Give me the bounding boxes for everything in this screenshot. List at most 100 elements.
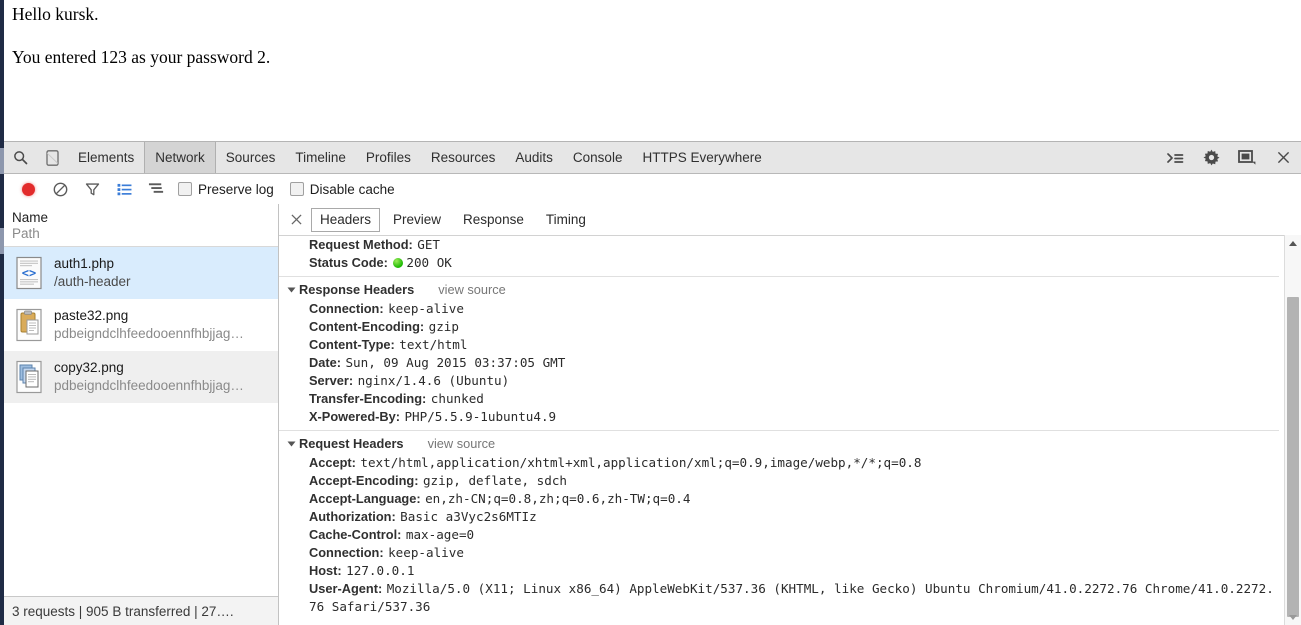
header-value: gzip, deflate, sdch xyxy=(422,473,568,488)
headers-content: Request Method: GET Status Code: 200 OK … xyxy=(279,236,1301,625)
waterfall-button[interactable] xyxy=(140,175,172,203)
dock-position-icon[interactable] xyxy=(1229,142,1265,173)
header-key: User-Agent: xyxy=(309,581,383,596)
detail-scrollbar[interactable] xyxy=(1284,235,1301,625)
header-key: X-Powered-By: xyxy=(309,409,401,424)
scrollbar-track[interactable] xyxy=(1285,251,1301,617)
tab-https-everywhere[interactable]: HTTPS Everywhere xyxy=(632,142,771,173)
detail-close-icon[interactable] xyxy=(285,209,307,231)
header-row: Cache-Control: max-age=0 xyxy=(289,526,1279,544)
tab-profiles[interactable]: Profiles xyxy=(356,142,421,173)
network-toolbar: Preserve log Disable cache xyxy=(4,174,1301,205)
search-icon[interactable] xyxy=(4,143,36,173)
response-headers-list: Connection: keep-alive Content-Encoding:… xyxy=(289,300,1279,426)
header-value: text/html,application/xhtml+xml,applicat… xyxy=(360,455,922,470)
console-drawer-icon[interactable] xyxy=(1157,142,1193,173)
detail-tab-preview[interactable]: Preview xyxy=(384,208,450,232)
request-row-copy32[interactable]: copy32.png pdbeigndclhfeedooennfhbjjag… xyxy=(4,351,278,403)
disable-cache-checkbox[interactable]: Disable cache xyxy=(289,181,395,197)
tab-audits[interactable]: Audits xyxy=(505,142,563,173)
settings-gear-icon[interactable] xyxy=(1193,142,1229,173)
response-headers-title: Response Headers xyxy=(299,282,415,297)
tab-sources[interactable]: Sources xyxy=(216,142,286,173)
header-key: Cache-Control: xyxy=(309,527,402,542)
waterfall-icon xyxy=(148,183,163,193)
disable-cache-label: Disable cache xyxy=(309,181,395,197)
window-left-border xyxy=(0,0,4,625)
scrollbar-thumb[interactable] xyxy=(1287,297,1299,617)
header-key: Date: xyxy=(309,355,341,370)
tab-elements[interactable]: Elements xyxy=(68,142,144,173)
request-name: auth1.php xyxy=(54,255,115,271)
status-ok-icon xyxy=(393,258,404,268)
rendered-page-content: Hello kursk. You entered 123 as your pas… xyxy=(4,0,1301,141)
request-headers-list: Accept: text/html,application/xhtml+xml,… xyxy=(289,454,1279,616)
tab-timeline[interactable]: Timeline xyxy=(285,142,356,173)
header-value: keep-alive xyxy=(388,545,464,560)
view-list-button[interactable] xyxy=(108,175,140,203)
network-body: Name Path <> auth1.php /auth-header past… xyxy=(4,204,1301,625)
header-value: en,zh-CN;q=0.8,zh;q=0.6,zh-TW;q=0.4 xyxy=(425,491,691,506)
funnel-icon xyxy=(85,182,99,195)
header-value: Basic a3Vyc2s6MTIz xyxy=(400,509,537,524)
header-value: GET xyxy=(417,237,440,252)
copy-image-icon xyxy=(14,360,44,394)
scroll-up-arrow-icon[interactable] xyxy=(1285,235,1301,251)
response-view-source-link[interactable]: view source xyxy=(438,280,506,300)
request-view-source-link[interactable]: view source xyxy=(428,434,496,454)
record-dot-icon xyxy=(21,182,35,196)
tab-network[interactable]: Network xyxy=(144,142,216,173)
request-path: pdbeigndclhfeedooennfhbjjag… xyxy=(54,377,244,393)
device-toggle-icon[interactable] xyxy=(36,143,68,173)
network-status-bar: 3 requests | 905 B transferred | 27…. xyxy=(4,596,278,625)
header-key: Authorization: xyxy=(309,509,396,524)
header-key: Accept-Encoding: xyxy=(309,473,419,488)
column-header-path: Path xyxy=(12,226,40,241)
close-icon[interactable] xyxy=(1265,142,1301,173)
clear-button[interactable] xyxy=(44,175,76,203)
scroll-down-arrow-icon[interactable] xyxy=(1285,609,1301,625)
preserve-log-label: Preserve log xyxy=(198,181,274,197)
filter-button[interactable] xyxy=(76,175,108,203)
request-path: /auth-header xyxy=(54,273,131,289)
page-greeting-text: Hello kursk. xyxy=(12,4,99,24)
header-key: Status Code: xyxy=(309,255,388,270)
preserve-log-checkbox[interactable]: Preserve log xyxy=(178,182,274,197)
network-summary-text: 3 requests | 905 B transferred | 27…. xyxy=(12,603,234,619)
header-value: chunked xyxy=(430,391,484,406)
tab-resources[interactable]: Resources xyxy=(421,142,506,173)
detail-tab-bar: Headers Preview Response Timing xyxy=(279,204,1301,236)
detail-tab-headers[interactable]: Headers xyxy=(311,207,381,232)
chevron-down-icon xyxy=(287,287,296,293)
header-row: Date: Sun, 09 Aug 2015 03:37:05 GMT xyxy=(289,354,1279,372)
page-password-text: You entered 123 as your password 2. xyxy=(12,47,271,67)
record-button[interactable] xyxy=(12,175,44,203)
request-text: paste32.png pdbeigndclhfeedooennfhbjjag… xyxy=(54,307,244,343)
column-header-name: Name xyxy=(12,210,49,225)
header-row-request-method: Request Method: GET xyxy=(289,236,1279,254)
header-value: nginx/1.4.6 (Ubuntu) xyxy=(357,373,510,388)
response-headers-section-toggle[interactable]: Response Headers view source xyxy=(287,280,1279,300)
request-list: <> auth1.php /auth-header paste32.png pd… xyxy=(4,247,278,596)
header-key: Content-Encoding: xyxy=(309,319,425,334)
request-text: auth1.php /auth-header xyxy=(54,255,131,291)
header-row: Connection: keep-alive xyxy=(289,300,1279,318)
request-list-header[interactable]: Name Path xyxy=(4,204,278,247)
header-value: 127.0.0.1 xyxy=(346,563,415,578)
request-row-paste32[interactable]: paste32.png pdbeigndclhfeedooennfhbjjag… xyxy=(4,299,278,351)
header-row: Server: nginx/1.4.6 (Ubuntu) xyxy=(289,372,1279,390)
header-row: Host: 127.0.0.1 xyxy=(289,562,1279,580)
request-headers-section-toggle[interactable]: Request Headers view source xyxy=(287,434,1279,454)
header-value: keep-alive xyxy=(388,301,464,316)
detail-tab-response[interactable]: Response xyxy=(454,208,533,232)
browser-window: Hello kursk. You entered 123 as your pas… xyxy=(0,0,1301,625)
header-row: Content-Encoding: gzip xyxy=(289,318,1279,336)
request-row-auth1[interactable]: <> auth1.php /auth-header xyxy=(4,247,278,299)
header-row-user-agent: User-Agent: Mozilla/5.0 (X11; Linux x86_… xyxy=(289,580,1279,616)
header-value: PHP/5.5.9-1ubuntu4.9 xyxy=(404,409,557,424)
divider xyxy=(279,430,1279,431)
divider xyxy=(279,276,1279,277)
detail-tab-timing[interactable]: Timing xyxy=(537,208,595,232)
tab-console[interactable]: Console xyxy=(563,142,633,173)
header-row: Accept-Language: en,zh-CN;q=0.8,zh;q=0.6… xyxy=(289,490,1279,508)
